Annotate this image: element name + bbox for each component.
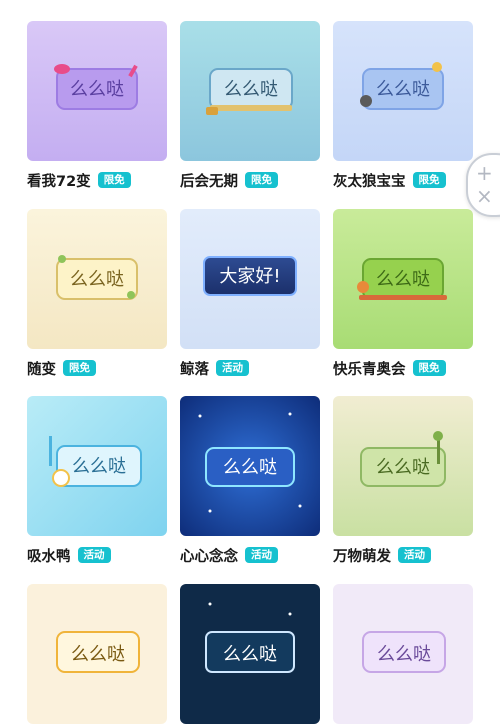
bubble-card-xinxinniannian[interactable]: 么么哒 心心念念 活动 (180, 396, 320, 565)
free-badge: 限免 (245, 172, 278, 188)
bubble-card-jingluo[interactable]: 大家好! 鲸落 活动 (180, 209, 320, 378)
floating-zoom-control[interactable]: + × (466, 153, 500, 217)
free-badge: 限免 (412, 172, 446, 188)
bubble-text: 么么哒 (376, 457, 430, 478)
bubble-text: 么么哒 (72, 456, 126, 477)
bubble-text: 么么哒 (71, 644, 125, 665)
bubble-title: 看我72变 (27, 173, 91, 190)
bubble-preview: 么么哒 (333, 584, 473, 724)
event-badge: 活动 (77, 547, 111, 563)
bubble-title: 万物萌发 (333, 548, 391, 565)
bubble-title: 后会无期 (180, 173, 238, 190)
bubble-card-huitailang[interactable]: 么么哒 灰太狼宝宝 限免 (333, 21, 473, 190)
bubble-preview: 么么哒 (333, 396, 473, 536)
free-badge: 限免 (97, 172, 131, 188)
plus-icon[interactable]: + (476, 163, 493, 183)
bubble-preview: 大家好! (180, 209, 320, 349)
bubble-title: 快乐青奥会 (333, 361, 406, 378)
bubble-card-xishuiya[interactable]: 么么哒 吸水鸭 活动 (27, 396, 167, 565)
bubble-text: 么么哒 (223, 644, 277, 665)
bubble-text: 么么哒 (376, 269, 430, 290)
bubble-text: 大家好! (219, 266, 280, 287)
bubble-preview: 么么哒 (180, 21, 320, 161)
free-badge: 限免 (63, 360, 96, 376)
bubble-title: 随变 (27, 361, 56, 378)
bubble-text: 么么哒 (377, 644, 431, 665)
bubble-text: 么么哒 (376, 79, 430, 100)
bubble-preview: 么么哒 (333, 21, 473, 161)
bubble-card-wanwumengfa[interactable]: 么么哒 万物萌发 活动 (333, 396, 473, 565)
bubble-preview: 么么哒 (27, 209, 167, 349)
close-icon[interactable]: × (476, 186, 493, 206)
event-badge: 活动 (245, 547, 278, 563)
free-badge: 限免 (412, 360, 446, 376)
bubble-text: 么么哒 (223, 457, 277, 478)
bubble-preview: 么么哒 (27, 21, 167, 161)
bubble-title: 灰太狼宝宝 (333, 173, 406, 190)
bubble-title: 心心念念 (180, 548, 238, 565)
bubble-preview: 么么哒 (27, 584, 167, 724)
bubble-preview: 么么哒 (333, 209, 473, 349)
bubble-title: 吸水鸭 (27, 548, 71, 565)
bubble-card-row4-3[interactable]: 么么哒 (333, 584, 473, 724)
bubble-card-row4-2[interactable]: 么么哒 (180, 584, 320, 724)
bubble-text: 么么哒 (70, 79, 124, 100)
bubble-preview: 么么哒 (180, 584, 320, 724)
bubble-card-houhuiwuqi[interactable]: 么么哒 后会无期 限免 (180, 21, 320, 190)
bubble-text: 么么哒 (224, 79, 278, 100)
bubble-text: 么么哒 (70, 269, 124, 290)
bubble-card-kanwo72bian[interactable]: 么么哒 看我72变 限免 (27, 21, 167, 190)
bubble-preview: 么么哒 (27, 396, 167, 536)
bubble-card-row4-1[interactable]: 么么哒 (27, 584, 167, 724)
bubble-title: 鲸落 (180, 361, 209, 378)
event-badge: 活动 (216, 360, 249, 376)
bubble-card-suibian[interactable]: 么么哒 随变 限免 (27, 209, 167, 378)
event-badge: 活动 (398, 547, 431, 563)
bubble-preview: 么么哒 (180, 396, 320, 536)
bubble-card-kuaileqingaohui[interactable]: 么么哒 快乐青奥会 限免 (333, 209, 473, 378)
